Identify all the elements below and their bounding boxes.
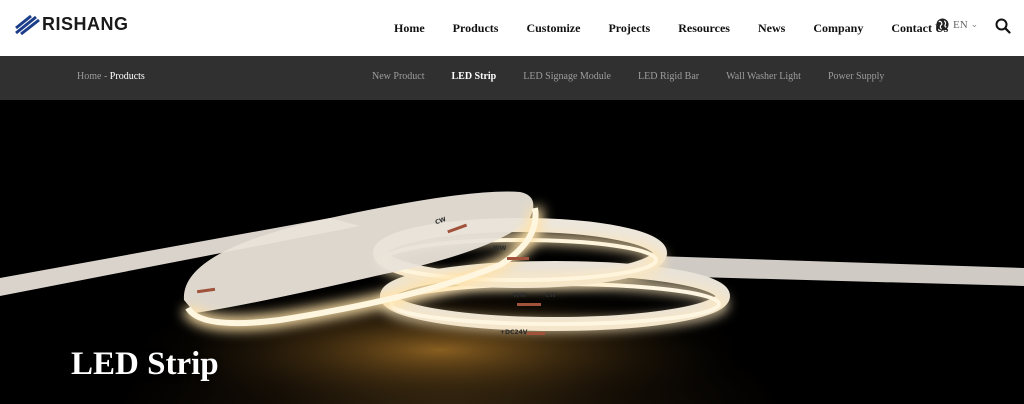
nav-products[interactable]: Products	[453, 21, 499, 36]
nav-projects[interactable]: Projects	[608, 21, 650, 36]
breadcrumb-home[interactable]: Home	[77, 71, 101, 82]
subnav-power-supply[interactable]: Power Supply	[828, 71, 884, 82]
nav-home[interactable]: Home	[394, 21, 425, 36]
subnav-wall-washer-light[interactable]: Wall Washer Light	[726, 71, 801, 82]
brand-name: RISHANG	[42, 13, 129, 34]
marking-ww-label: WW	[493, 245, 507, 252]
language-selector[interactable]: EN ⌄	[936, 18, 978, 31]
brand-logo[interactable]: RISHANG	[14, 13, 129, 35]
sub-nav-bar: Home - Products New Product LED Strip LE…	[0, 56, 1024, 100]
nav-news[interactable]: News	[758, 21, 785, 36]
subnav-led-rigid-bar[interactable]: LED Rigid Bar	[638, 71, 699, 82]
marking-voltage-label: +DC24V	[500, 329, 528, 336]
main-nav: Home Products Customize Projects Resourc…	[394, 0, 976, 56]
hero-title: LED Strip	[71, 346, 219, 382]
subnav-led-strip[interactable]: LED Strip	[452, 71, 497, 82]
site-header: RISHANG Home Products Customize Projects…	[0, 0, 1024, 56]
nav-company[interactable]: Company	[813, 21, 863, 36]
globe-icon	[936, 18, 949, 31]
search-icon[interactable]	[995, 18, 1011, 34]
logo-icon	[15, 14, 40, 35]
marking-ww-label: WW	[513, 292, 527, 299]
chevron-down-icon: ⌄	[970, 19, 979, 29]
nav-resources[interactable]: Resources	[678, 21, 730, 36]
marking-cw-label: CW	[545, 292, 556, 299]
subnav-led-signage-module[interactable]: LED Signage Module	[523, 71, 611, 82]
breadcrumb-separator: -	[101, 71, 110, 82]
language-label: EN	[953, 18, 968, 31]
breadcrumb-current: Products	[109, 71, 145, 82]
hero-banner: CW WW WW CW +DC24V LED Strip	[0, 100, 1024, 404]
product-category-nav: New Product LED Strip LED Signage Module…	[372, 71, 911, 82]
breadcrumb: Home - Products	[77, 71, 145, 82]
nav-customize[interactable]: Customize	[526, 21, 580, 36]
subnav-new-product[interactable]: New Product	[372, 71, 425, 82]
